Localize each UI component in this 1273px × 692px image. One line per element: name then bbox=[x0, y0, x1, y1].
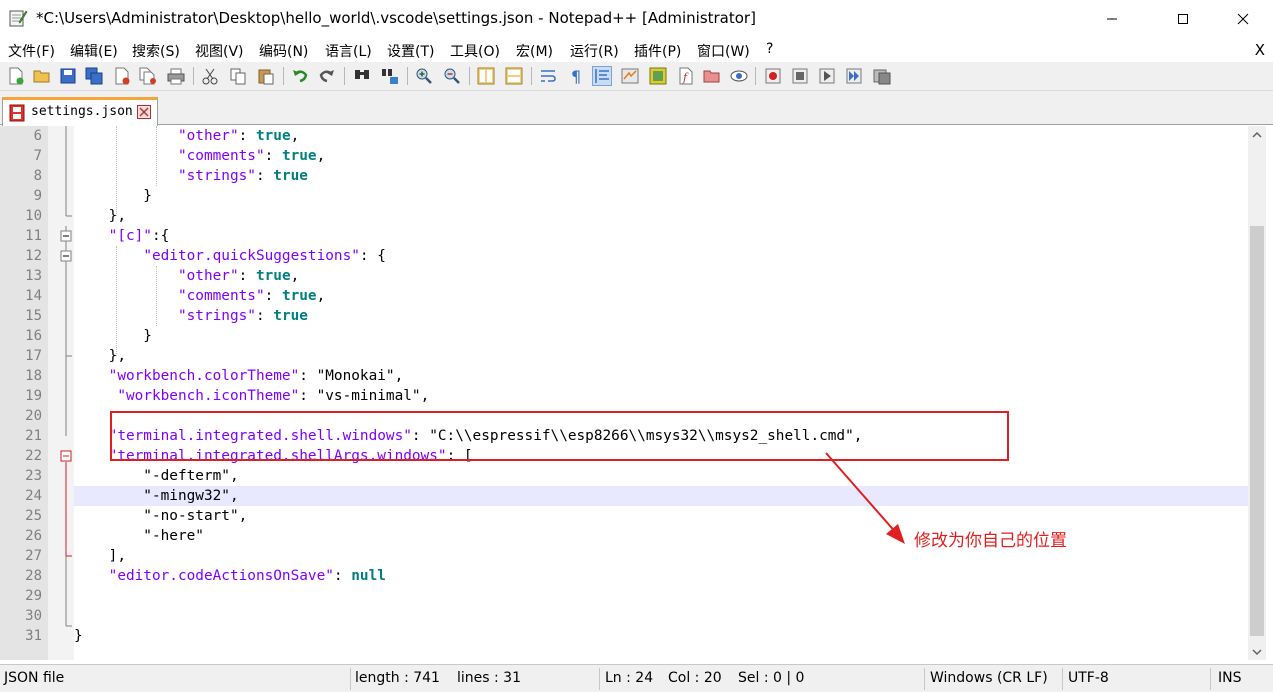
status-insert-mode[interactable]: INS bbox=[1218, 670, 1242, 686]
status-file-type: JSON file bbox=[4, 670, 65, 686]
status-selection: Sel : 0 | 0 bbox=[738, 670, 805, 686]
annotation-text: 修改为你自己的位置 bbox=[914, 531, 1067, 551]
status-length: length : 741 bbox=[355, 670, 440, 686]
status-eol[interactable]: Windows (CR LF) bbox=[930, 670, 1048, 686]
status-encoding[interactable]: UTF-8 bbox=[1068, 670, 1109, 686]
status-column: Col : 20 bbox=[668, 670, 722, 686]
status-lines: lines : 31 bbox=[457, 670, 521, 686]
annotation-arrow bbox=[825, 452, 905, 544]
status-bar: JSON file length : 741 lines : 31 Ln : 2… bbox=[0, 664, 1273, 692]
status-line-number: Ln : 24 bbox=[605, 670, 654, 686]
